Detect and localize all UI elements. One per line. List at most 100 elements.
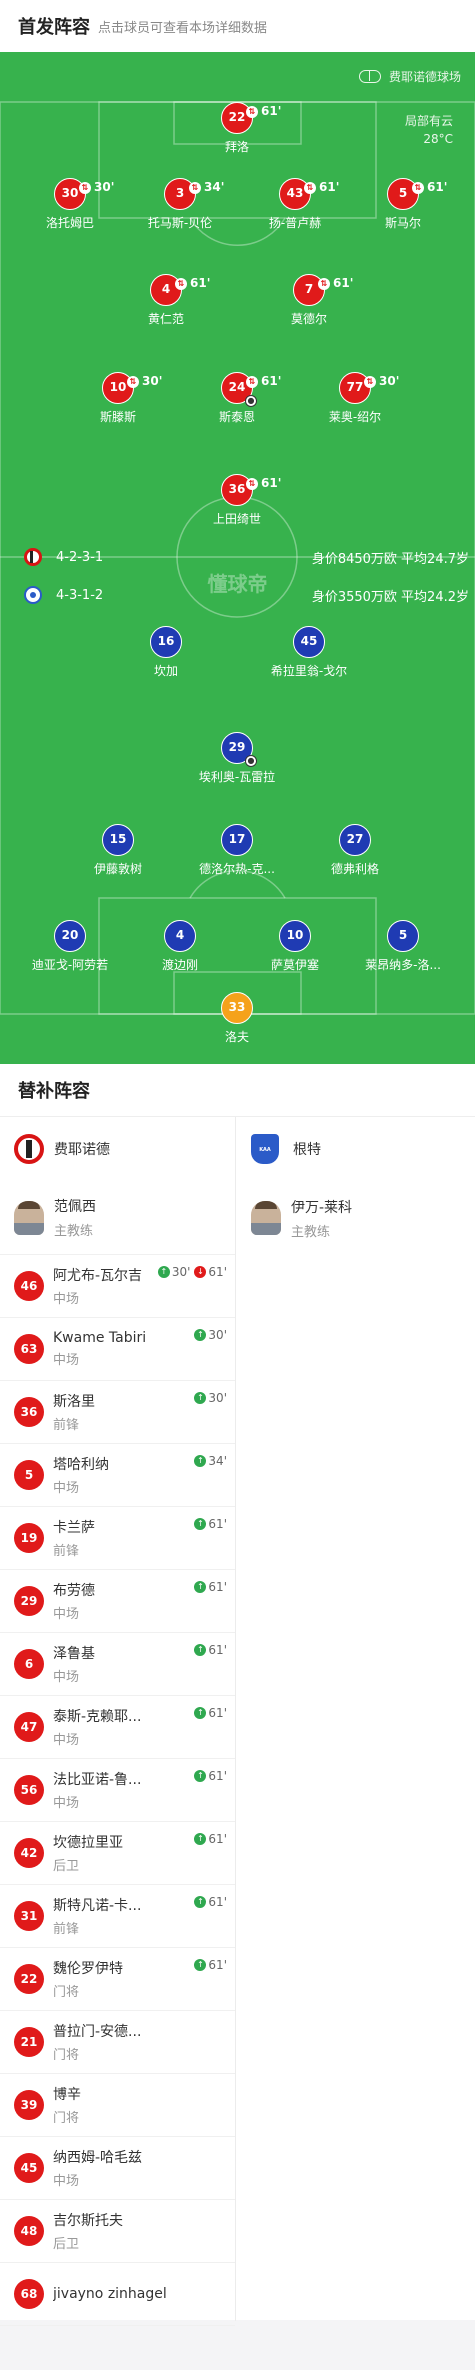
away-player-gk[interactable]: 33 洛夫 (182, 992, 292, 1045)
sub-row[interactable]: 63 Kwame Tabiri 中场 ↑ 30' (0, 1318, 235, 1381)
home-player[interactable]: 43 ⇅ 61' 扬-普卢赫 (240, 178, 350, 231)
sub-in-icon: ↑ (194, 1770, 207, 1782)
sub-position: 中场 (53, 1796, 80, 1811)
sub-off-tag: ⇅ 61' (175, 269, 210, 298)
sub-row[interactable]: 68 jivayno zinhagel (0, 2263, 235, 2326)
subs-title: 替补阵容 (18, 1081, 90, 1102)
num-text: 5 (398, 928, 408, 942)
sub-row[interactable]: 31 斯特凡诺-卡... 前锋 ↑ 61' (0, 1885, 235, 1948)
sub-position: 中场 (53, 1670, 80, 1685)
home-player[interactable]: 24 ⇅ 61' ● 斯泰恩 (182, 372, 292, 425)
sub-row[interactable]: 21 普拉门-安德... 门将 (0, 2011, 235, 2074)
coach-role: 主教练 (54, 1224, 94, 1239)
venue-name: 费耶诺德球场 (388, 70, 461, 84)
player-name: 扬-普卢赫 (268, 216, 322, 230)
home-player[interactable]: 3 ⇅ 34' 托马斯-贝伦 (125, 178, 235, 231)
player-number: 77 ⇅ 30' (339, 372, 399, 404)
away-player[interactable]: 5 莱昂纳多-洛... (348, 920, 458, 973)
sub-row[interactable]: 46 阿尤布-瓦尔吉 中场 ↑ 30' ↓ 61' (0, 1255, 235, 1318)
sub-row[interactable]: 45 纳西姆-哈毛兹 中场 (0, 2137, 235, 2200)
sub-row[interactable]: 56 法比亚诺-鲁... 中场 ↑ 61' (0, 1759, 235, 1822)
sub-number: 63 (14, 1334, 44, 1364)
sub-in-time: 61' (208, 1958, 227, 1972)
sub-time: 61' (190, 276, 211, 290)
sub-name: 布劳德 (53, 1583, 95, 1599)
home-player[interactable]: 10 ⇅ 30' 斯滕斯 (63, 372, 173, 425)
home-player[interactable]: 77 ⇅ 30' 莱奥-绍尔 (300, 372, 410, 425)
num-text: 16 (157, 634, 175, 648)
sub-in-time: 61' (208, 1580, 227, 1594)
lineup-page: 首发阵容 点击球员可查看本场详细数据 费耶诺德球场 局部有云 28°C 懂球帝 … (0, 0, 475, 2370)
away-player[interactable]: 20 迪亚戈-阿劳若 (15, 920, 125, 973)
away-player[interactable]: 16 坎加 (111, 626, 221, 679)
num-text: 20 (61, 928, 79, 942)
away-player[interactable]: 27 德弗利格 (300, 824, 410, 877)
sub-row[interactable]: 48 吉尔斯托夫 后卫 (0, 2200, 235, 2263)
home-formation: 4-2-3-1 (24, 548, 103, 566)
stadium-icon (358, 70, 381, 83)
sub-number: 48 (14, 2216, 44, 2246)
player-name: 莱奥-绍尔 (328, 410, 382, 424)
sub-row[interactable]: 19 卡兰萨 前锋 ↑ 61' (0, 1507, 235, 1570)
sub-row[interactable]: 42 坎德拉里亚 后卫 ↑ 61' (0, 1822, 235, 1885)
sub-time: 34' (204, 180, 225, 194)
away-player[interactable]: 4 渡边刚 (125, 920, 235, 973)
sub-number: 31 (14, 1901, 44, 1931)
home-player[interactable]: 5 ⇅ 61' 斯马尔 (348, 178, 458, 231)
sub-number: 47 (14, 1712, 44, 1742)
away-team-header[interactable]: KAA GENT 根特 (237, 1117, 475, 1184)
subs-panel: 费耶诺德 范佩西 主教练 46 阿尤布-瓦尔吉 中场 ↑ 30' ↓ 61' 63 Kwame T… (0, 1116, 475, 2326)
sub-in-icon: ↑ (194, 1329, 207, 1341)
home-player[interactable]: 30 ⇅ 30' 洛托姆巴 (15, 178, 125, 231)
away-player[interactable]: 45 希拉里翁-戈尔 (254, 626, 364, 679)
away-player[interactable]: 15 伊藤敦树 (63, 824, 173, 877)
sub-in-icon: ↑ (194, 1896, 207, 1908)
num-text: 77 (346, 380, 364, 394)
sub-events: ↑ 30' (194, 1391, 227, 1405)
away-player[interactable]: 17 德洛尔热-克... (182, 824, 292, 877)
sub-position: 后卫 (53, 2237, 80, 2252)
home-player[interactable]: 36 ⇅ 61' 上田绮世 (182, 474, 292, 527)
sub-row[interactable]: 5 塔哈利纳 中场 ↑ 34' (0, 1444, 235, 1507)
sub-row[interactable]: 6 泽鲁基 中场 ↑ 61' (0, 1633, 235, 1696)
home-player-gk[interactable]: 22 ⇅ 61' 拜洛 (182, 102, 292, 155)
num-text: 5 (398, 186, 408, 200)
sub-in-time: 61' (208, 1706, 227, 1720)
sub-row[interactable]: 39 博辛 门将 (0, 2074, 235, 2137)
sub-row[interactable]: 36 斯洛里 前锋 ↑ 30' (0, 1381, 235, 1444)
home-player[interactable]: 7 ⇅ 61' 莫德尔 (254, 274, 364, 327)
away-value: 身价3550万欧 平均24.2岁 (311, 590, 469, 605)
player-name: 坎加 (153, 664, 178, 678)
player-number: 10 (279, 920, 311, 952)
sub-number: 68 (14, 2279, 44, 2309)
sub-off-tag: ⇅ 61' (246, 469, 281, 498)
sub-row[interactable]: 29 布劳德 中场 ↑ 61' (0, 1570, 235, 1633)
sub-in-icon: ↑ (194, 1833, 207, 1845)
sub-number: 29 (14, 1586, 44, 1616)
home-team-header[interactable]: 费耶诺德 (0, 1117, 235, 1181)
away-player[interactable]: 10 萨莫伊塞 (240, 920, 350, 973)
away-coach[interactable]: 伊万-莱科 主教练 (237, 1181, 475, 1255)
sub-off-tag: ⇅ 30' (79, 173, 114, 202)
sub-in-icon: ↑ (157, 1266, 170, 1278)
sub-number: 5 (14, 1460, 44, 1490)
pitch: 费耶诺德球场 局部有云 28°C 懂球帝 4-2-3-1 身价8450万欧 平均… (0, 52, 475, 1064)
home-player[interactable]: 4 ⇅ 61' 黄仁范 (111, 274, 221, 327)
sub-time: 30' (142, 374, 163, 388)
sub-row[interactable]: 22 魏伦罗伊特 门将 ↑ 61' (0, 1948, 235, 2011)
away-subs-column: KAA GENT 根特 伊万-莱科 主教练 (237, 1117, 475, 2321)
sub-off-icon: ⇅ (304, 181, 316, 194)
num-text: 24 (228, 380, 246, 394)
sub-in-time: 61' (208, 1895, 227, 1909)
sub-position: 前锋 (53, 1544, 80, 1559)
player-name: 斯泰恩 (218, 410, 255, 424)
sub-position: 门将 (53, 2048, 80, 2063)
crest-text: KAA GENT (257, 1147, 273, 1184)
away-player[interactable]: 29 ● 埃利奥-瓦雷拉 (182, 732, 292, 785)
sub-row[interactable]: 47 泰斯-克赖耶... 中场 ↑ 61' (0, 1696, 235, 1759)
sub-in-icon: ↑ (194, 1959, 207, 1971)
sub-position: 前锋 (53, 1418, 80, 1433)
num-text: 4 (175, 928, 185, 942)
home-coach[interactable]: 范佩西 主教练 (0, 1181, 235, 1255)
sub-events: ↑ 61' (194, 1517, 227, 1531)
